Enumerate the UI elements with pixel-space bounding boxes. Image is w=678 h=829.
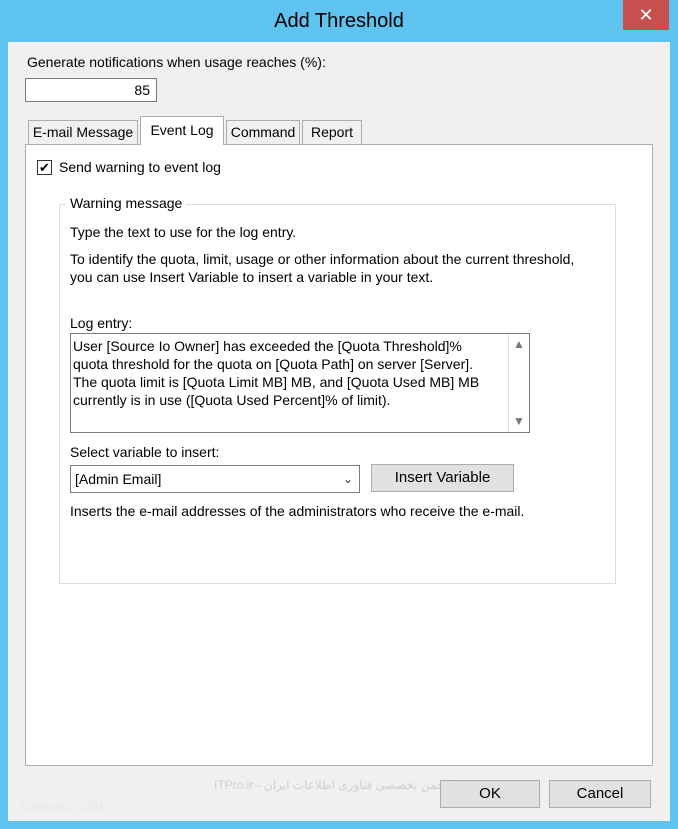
watermark-center: ITPro.ir - انجمن تخصصی فناوری اطلاعات ای… — [214, 778, 452, 792]
threshold-percent-input[interactable]: 85 — [25, 78, 157, 102]
log-entry-textarea[interactable]: User [Source Io Owner] has exceeded the … — [70, 333, 530, 433]
title-bar[interactable]: Add Threshold ✕ — [0, 0, 678, 42]
variable-description: Inserts the e-mail addresses of the admi… — [70, 503, 525, 519]
threshold-label: Generate notifications when usage reache… — [27, 54, 326, 70]
help-text-line-1: To identify the quota, limit, usage or o… — [70, 251, 575, 267]
add-threshold-window: Add Threshold ✕ Generate notifications w… — [0, 0, 678, 829]
tab-email-message[interactable]: E-mail Message — [28, 120, 138, 144]
watermark-left: TOSINSO.COM — [18, 800, 104, 814]
help-text-line-2: you can use Insert Variable to insert a … — [70, 269, 434, 285]
close-button[interactable]: ✕ — [623, 0, 669, 30]
log-entry-text: User [Source Io Owner] has exceeded the … — [73, 338, 480, 408]
group-title: Warning message — [66, 195, 187, 211]
scroll-up-icon[interactable]: ▲ — [512, 337, 526, 351]
tab-command[interactable]: Command — [226, 120, 300, 144]
tab-event-log[interactable]: Event Log — [140, 116, 224, 145]
window-title: Add Threshold — [274, 10, 404, 32]
dialog-body: Generate notifications when usage reache… — [8, 42, 670, 821]
checkmark-icon: ✔ — [39, 160, 50, 175]
chevron-down-icon: ⌄ — [342, 472, 353, 486]
tab-report[interactable]: Report — [302, 120, 362, 144]
log-entry-scrollbar[interactable]: ▲ ▼ — [508, 334, 529, 432]
ok-button[interactable]: OK — [440, 780, 540, 808]
close-icon: ✕ — [638, 5, 654, 25]
variable-select[interactable]: [Admin Email] ⌄ — [70, 465, 360, 493]
scroll-down-icon[interactable]: ▼ — [512, 414, 526, 428]
send-warning-label: Send warning to event log — [59, 159, 221, 175]
event-log-panel: ✔ Send warning to event log Warning mess… — [25, 144, 653, 766]
select-variable-label: Select variable to insert: — [70, 444, 220, 460]
cancel-button[interactable]: Cancel — [549, 780, 651, 808]
log-entry-label: Log entry: — [70, 315, 133, 331]
send-warning-checkbox[interactable]: ✔ — [37, 160, 52, 175]
warning-message-group: Warning message Type the text to use for… — [59, 195, 616, 584]
insert-variable-button[interactable]: Insert Variable — [371, 464, 514, 492]
intro-text: Type the text to use for the log entry. — [70, 224, 297, 240]
variable-selected-value: [Admin Email] — [75, 471, 162, 487]
